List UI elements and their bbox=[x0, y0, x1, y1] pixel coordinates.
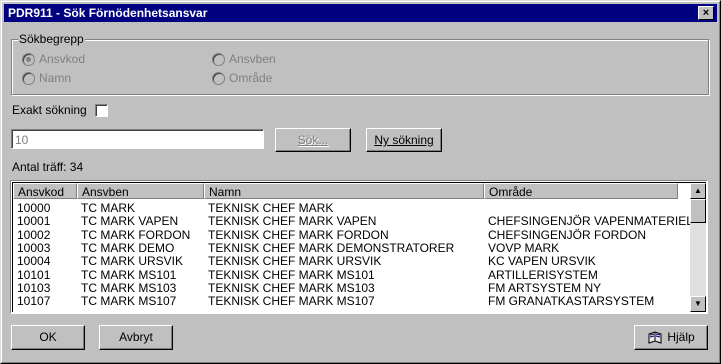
cell-ansvkod: 10107 bbox=[17, 294, 51, 309]
arrow-up-icon[interactable]: ▲ bbox=[690, 183, 706, 199]
table-row[interactable]: 10004 TC MARK URSVIK TEKNISK CHEF MARK URS… bbox=[13, 255, 678, 268]
window-title: PDR911 - Sök Förnödenhetsansvar bbox=[8, 6, 208, 20]
cell-namn: TEKNISK CHEF MARK FORDON bbox=[208, 227, 389, 242]
cell-ansvben: TC MARK MS101 bbox=[81, 267, 177, 282]
column-header-ansvben[interactable]: Ansvben bbox=[77, 183, 204, 199]
ok-button-label: OK bbox=[39, 330, 57, 344]
radio-dot-icon bbox=[22, 52, 35, 66]
arrow-down-icon[interactable]: ▼ bbox=[690, 296, 706, 312]
help-button[interactable]: Hjälp bbox=[634, 325, 708, 350]
cell-ansvkod: 10003 bbox=[17, 240, 51, 255]
radio-label: Ansvben bbox=[229, 52, 276, 66]
cell-ansvben: TC MARK VAPEN bbox=[81, 214, 179, 229]
radio-label: Område bbox=[229, 71, 273, 85]
cell-omrade: VOVP MARK bbox=[488, 240, 560, 255]
cell-omrade: FM ARTSYSTEM NY bbox=[488, 280, 602, 295]
scroll-thumb[interactable] bbox=[690, 199, 706, 223]
new-search-button-label: Ny sökning bbox=[374, 133, 434, 147]
close-button[interactable]: × bbox=[698, 6, 714, 20]
cell-omrade: CHEFSINGENJÖR FORDON bbox=[488, 227, 647, 242]
ok-button[interactable]: OK bbox=[11, 325, 85, 350]
search-button[interactable]: Sök... bbox=[275, 128, 351, 152]
cell-ansvkod: 10004 bbox=[17, 254, 51, 269]
title-bar[interactable]: PDR911 - Sök Förnödenhetsansvar × bbox=[4, 4, 717, 22]
column-header-ansvkod[interactable]: Ansvkod bbox=[13, 183, 77, 199]
cell-ansvkod: 10001 bbox=[17, 214, 51, 229]
cell-ansvben: TC MARK MS107 bbox=[81, 294, 177, 309]
new-search-button[interactable]: Ny sökning bbox=[366, 128, 442, 152]
radio-dot-icon bbox=[212, 71, 225, 85]
results-table[interactable]: Ansvkod Ansvben Namn Område 10000 TC MARK… bbox=[10, 180, 708, 314]
cell-ansvben: TC MARK DEMO bbox=[81, 240, 175, 255]
exact-search-label: Exakt sökning bbox=[12, 103, 87, 117]
cell-omrade: FM GRANATKASTARSYSTEM bbox=[488, 294, 655, 309]
cell-namn: TEKNISK CHEF MARK DEMONSTRATORER bbox=[208, 240, 455, 255]
radio-label: Namn bbox=[39, 71, 72, 85]
cell-namn: TEKNISK CHEF MARK bbox=[208, 201, 334, 215]
cell-omrade: CHEFSINGENJÖR VAPENMATERIEL bbox=[488, 214, 693, 229]
cell-ansvkod: 10000 bbox=[17, 201, 51, 215]
search-terms-group bbox=[11, 39, 709, 95]
vertical-scrollbar[interactable]: ▲ ▼ bbox=[690, 183, 706, 312]
cancel-button[interactable]: Avbryt bbox=[99, 325, 173, 350]
radio-dot-icon bbox=[22, 71, 35, 85]
cell-ansvkod: 10002 bbox=[17, 227, 51, 242]
table-row[interactable]: 10001 TC MARK VAPEN TEKNISK CHEF MARK VAPE… bbox=[13, 214, 693, 229]
search-input[interactable]: 10 bbox=[11, 129, 264, 149]
search-button-label: Sök... bbox=[297, 133, 329, 147]
cell-namn: TEKNISK CHEF MARK MS107 bbox=[208, 294, 375, 309]
cell-ansvkod: 10103 bbox=[17, 280, 51, 295]
cell-namn: TEKNISK CHEF MARK VAPEN bbox=[208, 214, 377, 229]
table-row[interactable]: 10002 TC MARK FORDON TEKNISK CHEF MARK FOR… bbox=[13, 227, 678, 242]
cancel-button-label: Avbryt bbox=[119, 330, 153, 344]
hit-count: Antal träff: 34 bbox=[12, 160, 84, 174]
search-terms-legend: Sökbegrepp bbox=[18, 32, 85, 46]
column-header-omrade[interactable]: Område bbox=[484, 183, 678, 199]
cell-namn: TEKNISK CHEF MARK MS101 bbox=[208, 267, 375, 282]
radio-label: Ansvkod bbox=[39, 52, 86, 66]
help-button-label: Hjälp bbox=[667, 330, 695, 344]
cell-omrade: KC VAPEN URSVIK bbox=[488, 254, 596, 269]
cell-ansvben: TC MARK MS103 bbox=[81, 280, 177, 295]
table-row[interactable]: 10003 TC MARK DEMO TEKNISK CHEF MARK DEMON… bbox=[13, 240, 678, 255]
cell-omrade: ARTILLERISYSTEM bbox=[488, 267, 598, 282]
column-header-namn[interactable]: Namn bbox=[204, 183, 484, 199]
cell-ansvben: TC MARK URSVIK bbox=[81, 254, 184, 269]
radio-ansvben[interactable]: Ansvben bbox=[212, 52, 276, 66]
cell-ansvkod: 10101 bbox=[17, 267, 51, 282]
exact-search-checkbox[interactable] bbox=[95, 104, 108, 117]
table-row[interactable]: 10103 TC MARK MS103 TEKNISK CHEF MARK MS10… bbox=[13, 280, 678, 295]
radio-dot-icon bbox=[212, 52, 225, 66]
radio-ansvkod[interactable]: Ansvkod bbox=[22, 52, 85, 66]
cell-namn: TEKNISK CHEF MARK MS103 bbox=[208, 280, 375, 295]
table-row[interactable]: 10101 TC MARK MS101 TEKNISK CHEF MARK MS10… bbox=[13, 267, 678, 282]
cell-ansvben: TC MARK FORDON bbox=[81, 227, 191, 242]
radio-namn[interactable]: Namn bbox=[22, 71, 71, 85]
radio-omrade[interactable]: Område bbox=[212, 71, 272, 85]
table-row[interactable]: 10000 TC MARK TEKNISK CHEF MARK bbox=[13, 202, 678, 215]
table-row[interactable]: 10107 TC MARK MS107 TEKNISK CHEF MARK MS10… bbox=[13, 295, 678, 308]
cell-ansvben: TC MARK bbox=[81, 201, 135, 215]
help-book-icon bbox=[648, 331, 662, 344]
cell-namn: TEKNISK CHEF MARK URSVIK bbox=[208, 254, 382, 269]
